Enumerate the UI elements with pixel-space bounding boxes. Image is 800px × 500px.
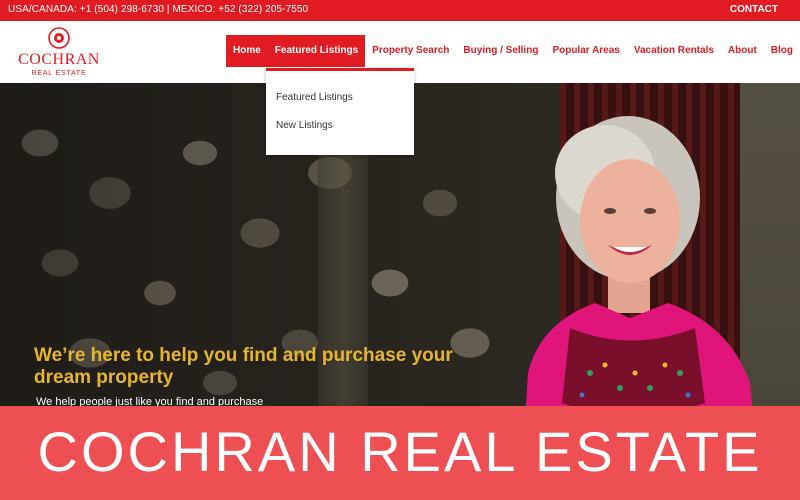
nav-featured-listings[interactable]: Featured Listings (267, 35, 366, 67)
dropdown-item-featured-listings[interactable]: Featured Listings (276, 92, 353, 103)
brand-banner: COCHRAN REAL ESTATE (0, 406, 800, 500)
logo-subtitle: REAL ESTATE (31, 70, 87, 77)
nav-blog[interactable]: Blog (764, 35, 800, 67)
phone-numbers: USA/CANADA: +1 (504) 298-6730 | MEXICO: … (8, 4, 309, 15)
site-logo[interactable]: COCHRAN REAL ESTATE (16, 27, 102, 81)
nav-buying-selling[interactable]: Buying / Selling (456, 35, 545, 67)
nav-about[interactable]: About (721, 35, 764, 67)
dropdown-item-new-listings[interactable]: New Listings (276, 120, 333, 131)
nav-property-search[interactable]: Property Search (365, 35, 456, 67)
logo-brand: COCHRAN (18, 51, 100, 68)
top-contact-bar: USA/CANADA: +1 (504) 298-6730 | MEXICO: … (0, 0, 800, 21)
contact-link[interactable]: CONTACT (730, 4, 778, 15)
nav-home[interactable]: Home (226, 35, 268, 67)
hero-headline: We’re here to help you find and purchase… (34, 345, 453, 388)
main-nav: Home Featured Listings Property Search B… (226, 35, 800, 67)
featured-listings-dropdown: Featured Listings New Listings (266, 68, 414, 155)
logo-emblem-icon (48, 27, 70, 49)
nav-popular-areas[interactable]: Popular Areas (545, 35, 626, 67)
banner-title: COCHRAN REAL ESTATE (37, 420, 763, 483)
nav-vacation-rentals[interactable]: Vacation Rentals (627, 35, 721, 67)
